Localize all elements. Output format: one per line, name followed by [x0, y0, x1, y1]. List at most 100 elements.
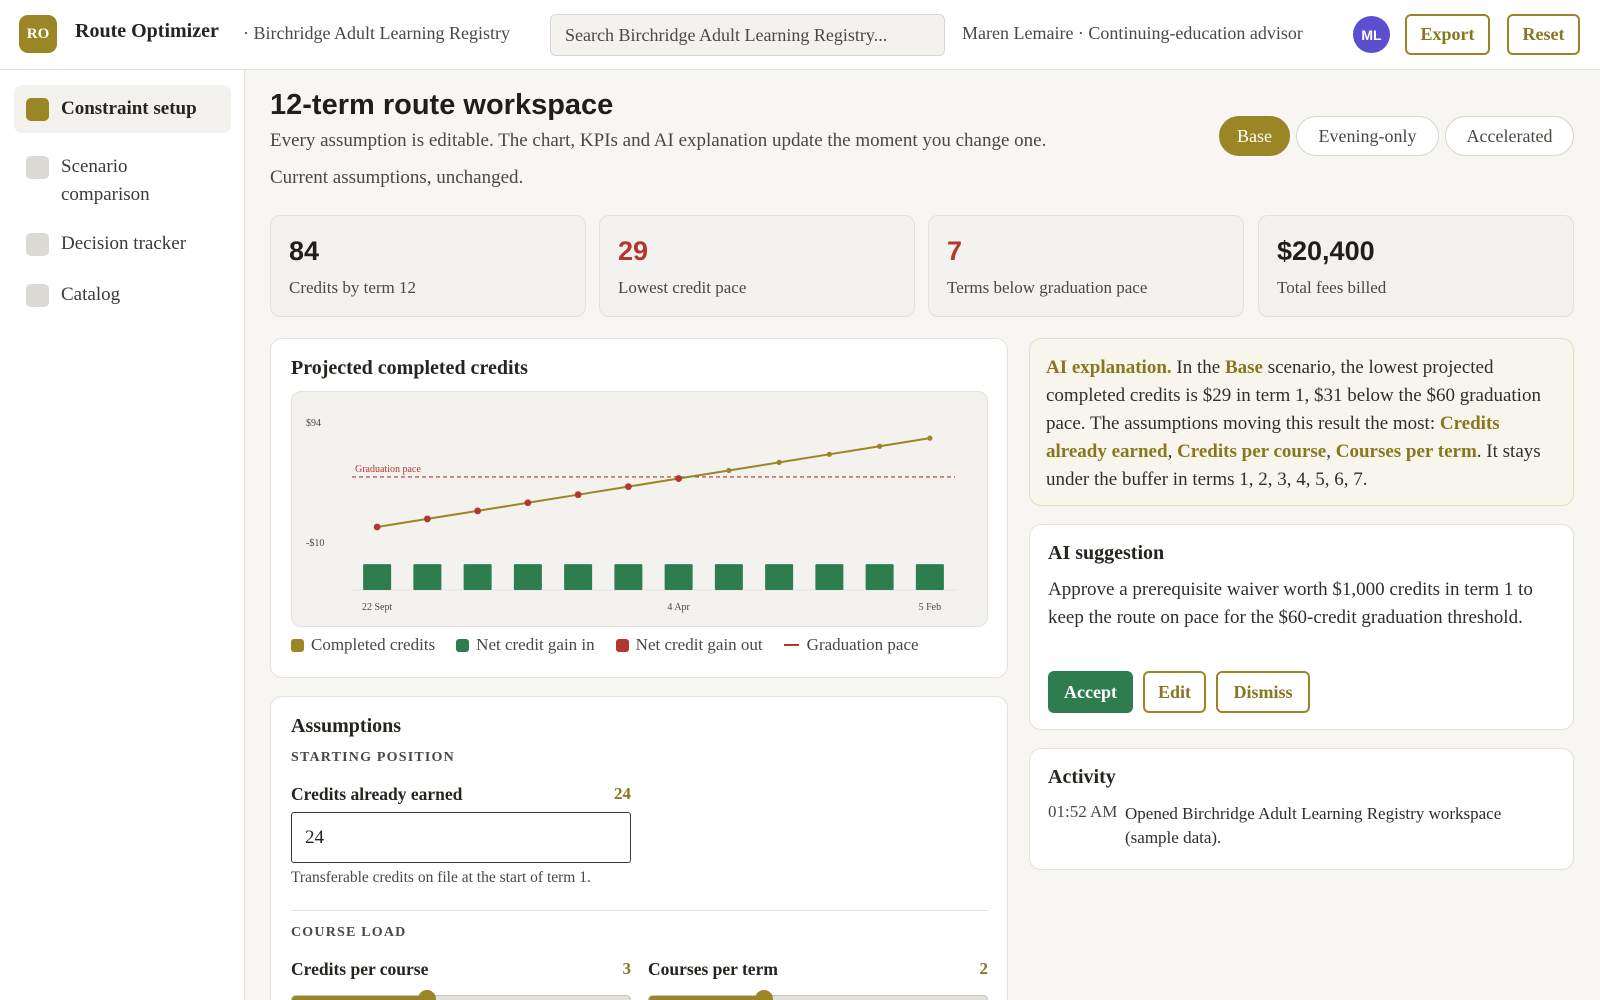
dismiss-button[interactable]: Dismiss [1216, 671, 1310, 713]
export-button[interactable]: Export [1405, 14, 1490, 55]
suggestion-title: AI suggestion [1048, 542, 1165, 564]
x-tick-label: 4 Apr [667, 602, 690, 613]
completed-credits-point [675, 475, 683, 482]
bar-net-gain-in [614, 564, 643, 590]
completed-credits-point [877, 443, 883, 449]
explanation-separator: , [1167, 441, 1178, 462]
page-subtitle: Every assumption is editable. The chart,… [270, 130, 1047, 151]
accept-button[interactable]: Accept [1048, 671, 1133, 713]
courses-per-term-label: Courses per term [648, 959, 778, 979]
slider-knob[interactable] [754, 990, 773, 1000]
ai-explanation-card: AI explanation. In the Base scenario, th… [1029, 338, 1574, 506]
legend-swatch-graduation-pace [783, 644, 799, 646]
completed-credits-point [524, 499, 532, 507]
sidebar-item-decision-tracker[interactable]: Decision tracker [14, 220, 231, 268]
completed-credits-point [927, 435, 933, 441]
search-input[interactable] [550, 14, 945, 56]
kpi-card-terms-below: 7 Terms below graduation pace [928, 215, 1244, 317]
legend-item: Graduation pace [783, 635, 919, 655]
section-starting-position: STARTING POSITION [291, 750, 455, 765]
scenario-pill-evening-only[interactable]: Evening-only [1296, 116, 1439, 156]
catalog-icon [26, 284, 49, 307]
chart-area: $94 -$10 Graduation pace 22 Sept 4 Apr 5 Feb [291, 391, 988, 627]
completed-credits-point [373, 523, 381, 531]
completed-credits-point [474, 507, 482, 515]
activity-time: 01:52 AM [1048, 802, 1118, 821]
kpi-label: Total fees billed [1277, 278, 1387, 297]
sidebar-item-label: Constraint setup [61, 98, 197, 119]
legend-item: Completed credits [291, 635, 435, 655]
explanation-separator: , [1326, 441, 1336, 462]
legend-label: Net credit gain out [635, 635, 763, 654]
completed-credits-point [423, 515, 431, 523]
sidebar-item-scenario-comparison[interactable]: Scenario comparison [14, 143, 231, 219]
assumptions-title: Assumptions [291, 715, 402, 737]
bar-net-gain-in [463, 564, 492, 590]
sidebar: Constraint setup Scenario comparison Dec… [0, 70, 245, 1000]
sidebar-item-label: Catalog [61, 284, 121, 305]
credits-earned-help: Transferable credits on file at the star… [291, 869, 591, 886]
legend-swatch-gain-in [456, 638, 470, 652]
kpi-label: Terms below graduation pace [947, 278, 1148, 297]
legend-swatch-gain-out [615, 638, 629, 652]
y-tick-label: $94 [306, 418, 321, 429]
explanation-text: In the [1171, 357, 1225, 378]
bar-net-gain-in [865, 564, 894, 590]
legend-item: Net credit gain out [615, 635, 763, 655]
completed-credits-point [726, 467, 732, 474]
courses-per-term-slider[interactable] [648, 990, 988, 1000]
chart-legend: Completed credits Net credit gain in Net… [291, 635, 940, 655]
credits-per-course-slider[interactable] [291, 990, 631, 1000]
legend-swatch-completed [291, 638, 304, 652]
chart-title: Projected completed credits [291, 357, 528, 379]
explanation-assumption-link[interactable]: Credits per course [1177, 441, 1326, 462]
explanation-lead: AI explanation. [1046, 357, 1172, 378]
sidebar-item-label: Scenario comparison [61, 156, 150, 205]
bar-net-gain-in [664, 564, 693, 590]
completed-credits-point [574, 491, 582, 499]
user-info: Maren Lemaire · Continuing-education adv… [962, 23, 1303, 43]
constraint-setup-icon [26, 98, 49, 121]
y-tick-label: -$10 [306, 538, 324, 549]
bar-net-gain-in [363, 564, 392, 590]
edit-button[interactable]: Edit [1143, 671, 1206, 713]
scenario-pill-base[interactable]: Base [1219, 116, 1290, 156]
kpi-value: 29 [618, 236, 649, 266]
credits-earned-label: Credits already earned [291, 784, 463, 804]
credits-earned-input[interactable] [291, 812, 631, 863]
slider-knob[interactable] [418, 990, 437, 1000]
app-title: Route Optimizer [75, 20, 219, 42]
bar-net-gain-in [815, 564, 844, 590]
credits-per-course-label: Credits per course [291, 959, 429, 979]
activity-title: Activity [1048, 766, 1116, 788]
kpi-value: $20,400 [1277, 236, 1375, 266]
avatar[interactable]: ML [1353, 16, 1390, 53]
completed-credits-point [624, 483, 632, 491]
chart-card: Projected completed credits $94 -$10 Gradu… [270, 338, 1008, 678]
section-course-load: COURSE LOAD [291, 925, 407, 940]
sidebar-item-catalog[interactable]: Catalog [14, 271, 231, 319]
bar-net-gain-in [413, 564, 442, 590]
credits-earned-value: 24 [614, 784, 631, 803]
explanation-assumption-link[interactable]: Courses per term [1336, 441, 1477, 462]
decision-tracker-icon [26, 233, 49, 256]
reset-button[interactable]: Reset [1507, 14, 1580, 55]
projected-credits-chart: $94 -$10 Graduation pace 22 Sept 4 Apr 5 Feb [306, 418, 955, 613]
bar-net-gain-in [513, 564, 542, 590]
registry-name: · Birchridge Adult Learning Registry [243, 23, 510, 43]
slider-fill [292, 996, 428, 1000]
ai-suggestion-card: AI suggestion Approve a prerequisite wai… [1029, 524, 1574, 730]
bar-net-gain-in [915, 564, 944, 590]
top-bar: RO Route Optimizer · Birchridge Adult Le… [0, 0, 1600, 70]
activity-text: Opened Birchridge Adult Learning Registr… [1125, 804, 1502, 847]
sidebar-item-constraint-setup[interactable]: Constraint setup [14, 85, 231, 133]
sidebar-item-label: Decision tracker [61, 233, 187, 254]
completed-credits-point [776, 459, 782, 465]
activity-card: Activity 01:52 AM Opened Birchridge Adul… [1029, 748, 1574, 870]
scenario-pill-accelerated[interactable]: Accelerated [1445, 116, 1574, 156]
legend-label: Net credit gain in [476, 635, 595, 654]
kpi-label: Lowest credit pace [618, 278, 747, 297]
completed-credits-point [826, 451, 832, 457]
legend-label: Graduation pace [806, 635, 919, 654]
completed-credits-line [376, 437, 931, 528]
